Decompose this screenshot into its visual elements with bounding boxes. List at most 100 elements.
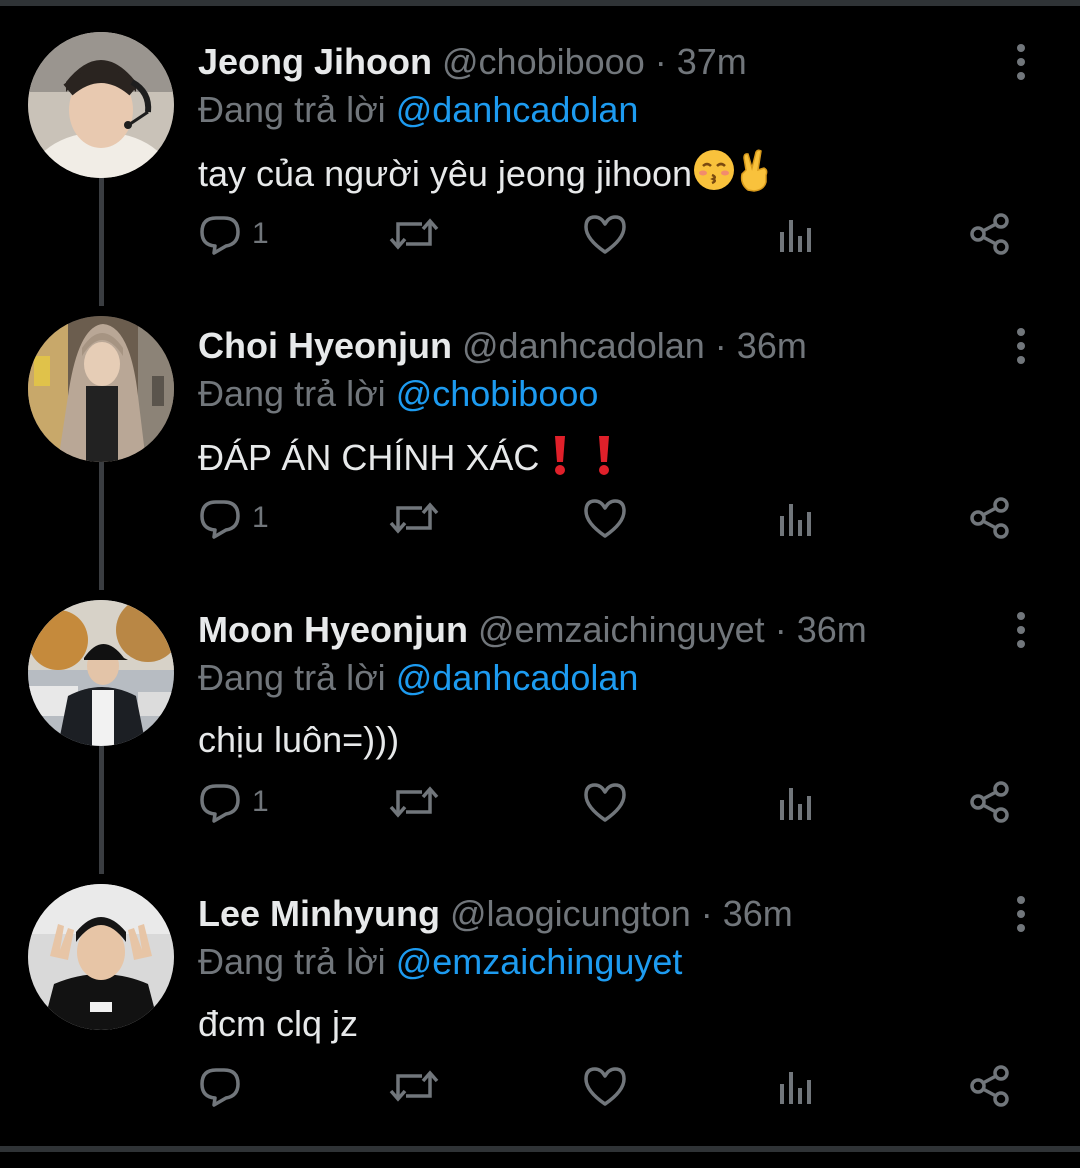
timestamp[interactable]: 37m (677, 41, 747, 82)
avatar-cap-outdoor-photo (28, 600, 174, 746)
separator-dot: · (654, 41, 667, 82)
views-button[interactable] (776, 1056, 816, 1116)
heart-icon (582, 780, 628, 824)
tweet[interactable]: Jeong Jihoon @chobibooo · 37m Đang trả l… (0, 32, 1080, 316)
avatar[interactable] (28, 316, 174, 462)
reply-icon (198, 780, 242, 824)
analytics-icon (776, 496, 816, 540)
reply-button[interactable]: 1 (198, 488, 269, 548)
avatar[interactable] (28, 32, 174, 178)
replying-to-label: Đang trả lời (198, 657, 386, 698)
retweet-icon (388, 212, 440, 256)
tweet[interactable]: Lee Minhyung @laogicungton · 36m Đang tr… (0, 884, 1080, 1168)
kissing-face-icon (692, 148, 736, 204)
crossed-fingers-icon (736, 148, 776, 204)
views-button[interactable] (776, 772, 816, 832)
analytics-icon (776, 1064, 816, 1108)
tweet-text-content: đcm clq jz (198, 1003, 359, 1044)
tweet[interactable]: Choi Hyeonjun @danhcadolan · 36m Đang tr… (0, 316, 1080, 600)
reply-button[interactable]: 1 (198, 204, 269, 264)
user-handle[interactable]: @emzaichinguyet (478, 609, 765, 650)
timestamp[interactable]: 36m (737, 325, 807, 366)
reply-mention-link[interactable]: @danhcadolan (396, 657, 639, 698)
views-button[interactable] (776, 204, 816, 264)
heart-icon (582, 496, 628, 540)
separator-dot: · (700, 893, 713, 934)
share-button[interactable] (968, 204, 1012, 264)
like-button[interactable] (582, 1056, 628, 1116)
tweet-header: Lee Minhyung @laogicungton · 36m (198, 892, 793, 936)
tweet-header: Jeong Jihoon @chobibooo · 37m (198, 40, 747, 84)
replying-to: Đang trả lời @chobibooo (198, 372, 598, 416)
reply-icon (198, 496, 242, 540)
share-button[interactable] (968, 1056, 1012, 1116)
display-name[interactable]: Moon Hyeonjun (198, 609, 468, 650)
replying-to-label: Đang trả lời (198, 941, 386, 982)
tweet-header: Choi Hyeonjun @danhcadolan · 36m (198, 324, 807, 368)
tweet-actions: 1 (198, 772, 1028, 832)
retweet-button[interactable] (388, 772, 440, 832)
user-handle[interactable]: @laogicungton (450, 893, 691, 934)
retweet-button[interactable] (388, 488, 440, 548)
timestamp[interactable]: 36m (797, 609, 867, 650)
more-vertical-icon[interactable] (1008, 894, 1034, 934)
retweet-button[interactable] (388, 1056, 440, 1116)
separator-dot: · (714, 325, 727, 366)
reply-mention-link[interactable]: @danhcadolan (396, 89, 639, 130)
user-handle[interactable]: @chobibooo (442, 41, 645, 82)
tweet[interactable]: Moon Hyeonjun @emzaichinguyet · 36m Đang… (0, 600, 1080, 884)
display-name[interactable]: Jeong Jihoon (198, 41, 432, 82)
replying-to: Đang trả lời @emzaichinguyet (198, 940, 682, 984)
more-vertical-icon[interactable] (1008, 326, 1034, 366)
more-vertical-icon[interactable] (1008, 42, 1034, 82)
share-button[interactable] (968, 488, 1012, 548)
top-divider (0, 0, 1080, 6)
tweet-actions (198, 1056, 1028, 1116)
tweet-text: chịu luôn=))) (198, 716, 399, 764)
share-button[interactable] (968, 772, 1012, 832)
like-button[interactable] (582, 772, 628, 832)
replying-to: Đang trả lời @danhcadolan (198, 656, 638, 700)
share-icon (968, 1064, 1012, 1108)
tweet-text-content: ĐÁP ÁN CHÍNH XÁC (198, 437, 540, 478)
like-button[interactable] (582, 488, 628, 548)
reply-button[interactable]: 1 (198, 772, 269, 832)
reply-count: 1 (252, 217, 269, 250)
avatar[interactable] (28, 600, 174, 746)
retweet-icon (388, 496, 440, 540)
reply-mention-link[interactable]: @emzaichinguyet (396, 941, 683, 982)
share-icon (968, 496, 1012, 540)
like-button[interactable] (582, 204, 628, 264)
tweet-actions: 1 (198, 488, 1028, 548)
share-icon (968, 212, 1012, 256)
timestamp[interactable]: 36m (723, 893, 793, 934)
views-button[interactable] (776, 488, 816, 548)
retweet-icon (388, 1064, 440, 1108)
tweet-actions: 1 (198, 204, 1028, 264)
reply-icon (198, 212, 242, 256)
more-vertical-icon[interactable] (1008, 610, 1034, 650)
exclamation-icon (593, 432, 615, 488)
reply-button[interactable] (198, 1056, 252, 1116)
avatar-headset-photo (28, 32, 174, 178)
heart-icon (582, 212, 628, 256)
display-name[interactable]: Lee Minhyung (198, 893, 440, 934)
replying-to-label: Đang trả lời (198, 373, 386, 414)
bottom-divider (0, 1146, 1080, 1152)
exclamation-icon (549, 432, 571, 488)
reply-count: 1 (252, 785, 269, 818)
tweet-text-content: chịu luôn=))) (198, 719, 400, 760)
reply-icon (198, 1064, 242, 1108)
avatar-peace-sign-photo (28, 884, 174, 1030)
user-handle[interactable]: @danhcadolan (462, 325, 705, 366)
heart-icon (582, 1064, 628, 1108)
tweet-header: Moon Hyeonjun @emzaichinguyet · 36m (198, 608, 867, 652)
reply-count: 1 (252, 501, 269, 534)
retweet-button[interactable] (388, 204, 440, 264)
avatar-hoodie-photo (28, 316, 174, 462)
separator-dot: · (774, 609, 787, 650)
avatar[interactable] (28, 884, 174, 1030)
analytics-icon (776, 780, 816, 824)
reply-mention-link[interactable]: @chobibooo (396, 373, 599, 414)
display-name[interactable]: Choi Hyeonjun (198, 325, 452, 366)
